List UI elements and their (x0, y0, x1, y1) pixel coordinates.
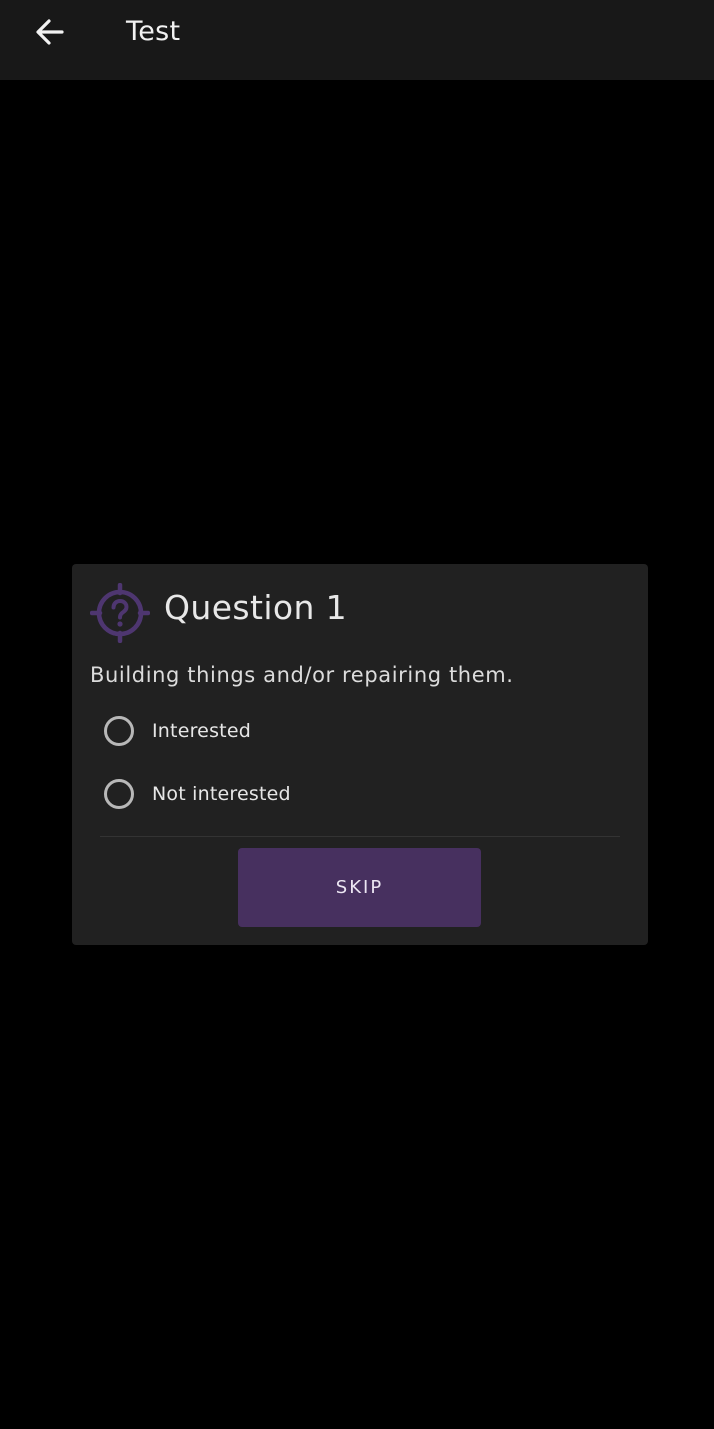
option-not-interested[interactable]: Not interested (100, 772, 520, 816)
back-button[interactable] (24, 10, 76, 54)
option-label: Interested (152, 720, 251, 742)
radio-button[interactable] (104, 779, 134, 809)
page-title: Test (126, 16, 181, 47)
question-title: Question 1 (164, 588, 348, 627)
question-text: Building things and/or repairing them. (90, 663, 514, 687)
option-interested[interactable]: Interested (100, 709, 520, 753)
divider (100, 836, 620, 837)
app-screen: Test Question 1 Building things and/or r… (0, 0, 714, 1429)
question-target-icon (90, 583, 150, 643)
app-bar: Test (0, 0, 714, 80)
arrow-left-icon (36, 19, 64, 45)
option-label: Not interested (152, 783, 291, 805)
skip-button[interactable]: SKIP (238, 848, 481, 927)
radio-button[interactable] (104, 716, 134, 746)
